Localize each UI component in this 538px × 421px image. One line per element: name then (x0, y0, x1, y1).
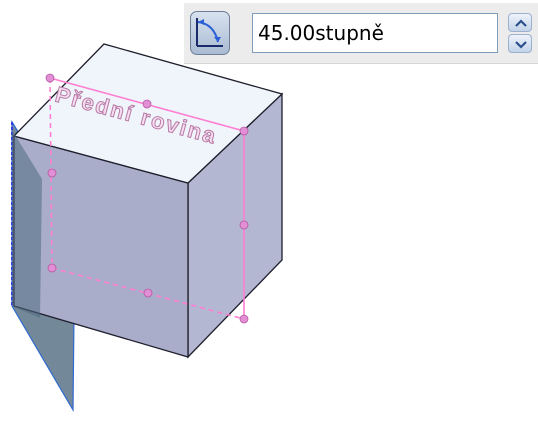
handle (47, 263, 57, 273)
spin-up-button[interactable] (508, 13, 532, 32)
value-spinner (508, 13, 532, 54)
chevron-up-icon (515, 19, 527, 27)
chevron-down-icon (515, 41, 527, 49)
angle-value-input[interactable]: 45.00stupně (252, 13, 498, 53)
handle (239, 126, 249, 136)
handle (239, 314, 249, 324)
angle-button[interactable] (190, 11, 230, 55)
angle-icon (196, 18, 223, 47)
property-toolbar: 45.00stupně (184, 3, 538, 64)
handle (47, 168, 57, 178)
handle (143, 288, 153, 298)
spin-down-button[interactable] (508, 34, 532, 53)
handle (239, 220, 249, 230)
handle (45, 73, 55, 83)
